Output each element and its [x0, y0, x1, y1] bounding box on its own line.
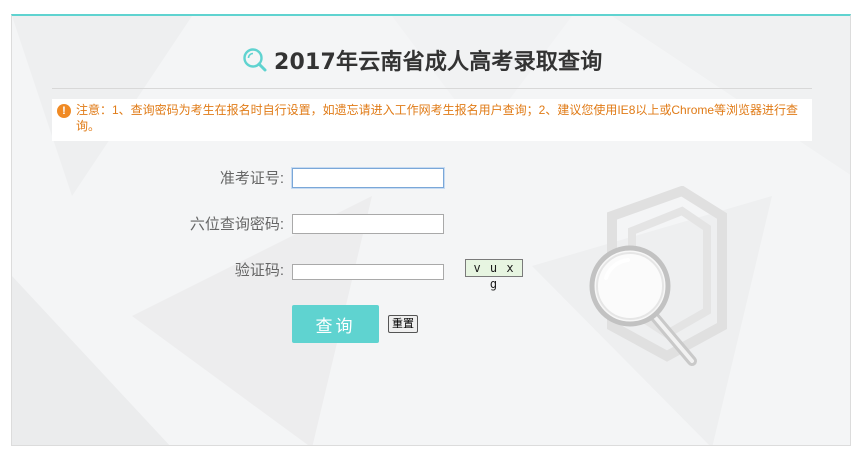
captcha-row: 验证码:	[132, 259, 284, 283]
captcha-input[interactable]	[292, 264, 444, 280]
login-panel: 2017年云南省成人高考录取查询 ! 注意：1、查询密码为考生在报名时自行设置，…	[11, 14, 851, 446]
magnifier-illustration	[589, 186, 727, 366]
exclamation-icon: !	[57, 104, 71, 118]
notice-box: ! 注意：1、查询密码为考生在报名时自行设置，如遗忘请进入工作网考生报名用户查询…	[52, 99, 812, 141]
reset-button[interactable]: 重置	[388, 315, 418, 333]
query-button[interactable]: 查询	[292, 305, 379, 343]
notice-text: 注意：1、查询密码为考生在报名时自行设置，如遗忘请进入工作网考生报名用户查询；2…	[76, 103, 799, 133]
exam-number-input[interactable]	[292, 168, 444, 188]
search-icon	[243, 48, 267, 72]
password-row: 六位查询密码:	[132, 213, 284, 237]
title-text: 2017年云南省成人高考录取查询	[274, 50, 603, 75]
exam-number-row: 准考证号:	[132, 167, 284, 191]
password-input[interactable]	[292, 214, 444, 234]
password-label: 六位查询密码:	[189, 216, 284, 233]
captcha-image[interactable]: v u x g	[465, 259, 523, 291]
divider	[52, 88, 812, 89]
page-title: 2017年云南省成人高考录取查询	[242, 44, 602, 76]
captcha-label: 验证码:	[234, 262, 284, 279]
exam-number-label: 准考证号:	[219, 170, 284, 187]
